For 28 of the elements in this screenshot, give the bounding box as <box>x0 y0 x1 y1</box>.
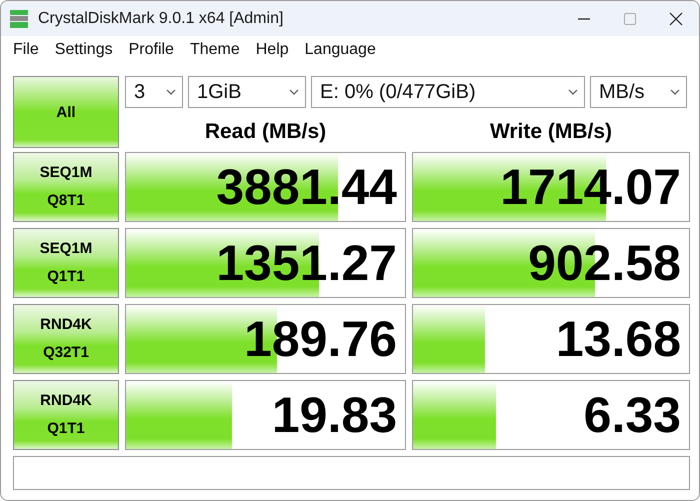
all-button[interactable]: All <box>13 76 119 148</box>
disk-icon <box>9 8 29 28</box>
test-button[interactable]: SEQ1M Q8T1 <box>13 152 119 222</box>
comment-field[interactable] <box>13 456 690 490</box>
menu-item[interactable]: Language <box>296 41 384 59</box>
window-title: CrystalDiskMark 9.0.1 x64 [Admin] <box>38 10 284 28</box>
menu-item[interactable]: Theme <box>182 41 248 59</box>
dropdown[interactable]: 3 <box>125 76 183 108</box>
menu-item[interactable]: Help <box>248 41 297 59</box>
menu-item[interactable]: File <box>5 41 47 59</box>
result-value: 13.68 <box>556 314 682 364</box>
menu-item[interactable]: Settings <box>46 41 121 59</box>
column-header: Write (MB/s) <box>488 119 614 144</box>
column-header: Read (MB/s) <box>204 119 328 144</box>
test-button[interactable]: SEQ1M Q1T1 <box>13 228 119 298</box>
result-value: 19.83 <box>272 390 398 440</box>
dropdown[interactable]: 1GiB <box>188 76 306 108</box>
caret-icon <box>670 89 680 95</box>
dropdown[interactable]: E: 0% (0/477GiB) <box>311 76 585 108</box>
close-icon[interactable] <box>669 12 683 26</box>
test-button[interactable]: RND4K Q32T1 <box>13 304 119 374</box>
caret-icon <box>166 89 176 95</box>
caret-icon <box>568 89 578 95</box>
caret-icon <box>289 89 299 95</box>
menu-item[interactable]: Profile <box>120 41 182 59</box>
test-button[interactable]: RND4K Q1T1 <box>13 380 119 450</box>
result-value: 6.33 <box>584 390 682 440</box>
dropdown[interactable]: MB/s <box>590 76 687 108</box>
